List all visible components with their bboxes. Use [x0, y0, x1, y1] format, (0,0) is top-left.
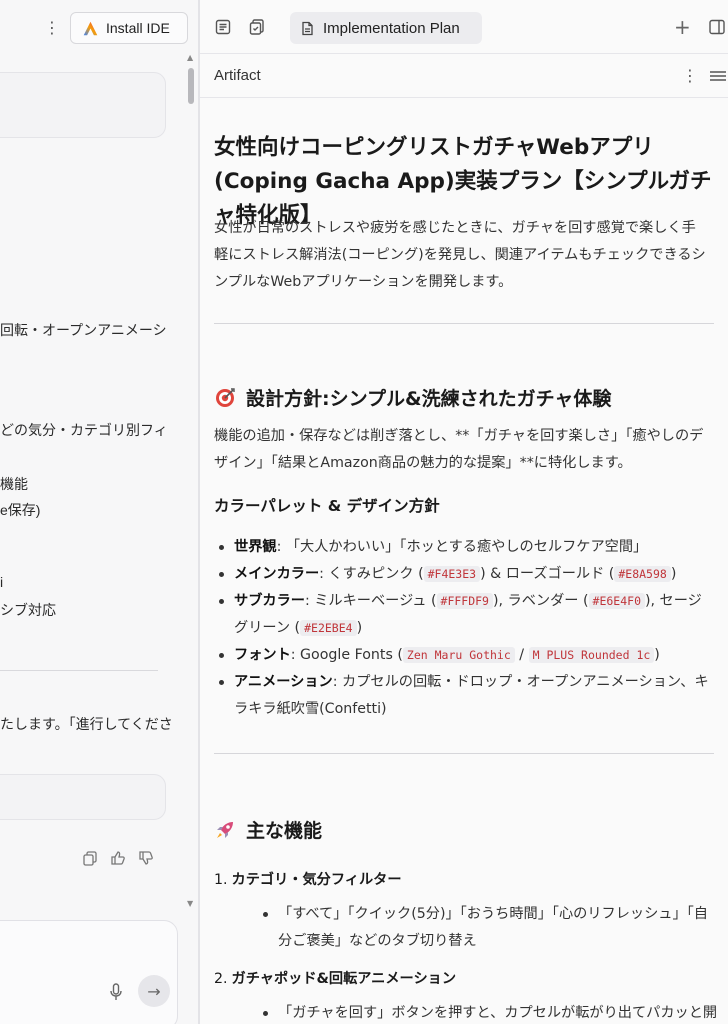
- item-number: 1.: [214, 872, 228, 888]
- copy-icon[interactable]: [82, 850, 98, 866]
- scroll-down-icon[interactable]: ▼: [187, 900, 195, 908]
- chat-text-fragment: 機能: [0, 476, 28, 492]
- feature-item-title: 1. カテゴリ・気分フィルター: [214, 869, 402, 889]
- list-item: 「ガチャを回す」ボタンを押すと、カプセルが転がり出てパカッと開くア: [258, 1000, 718, 1024]
- palette-list: 世界観: 「大人かわいい」「ホッとする癒やしのセルフケア空間」 メインカラー: …: [214, 534, 714, 723]
- chat-pane: ⋮ Install IDE ▲ ▼ 回転・オープンアニメーシ どの気分・カテゴリ…: [0, 0, 198, 1024]
- document-review-icon[interactable]: [248, 18, 266, 36]
- more-options-icon[interactable]: ⋮: [44, 18, 60, 38]
- chat-text-fragment: シブ対応: [0, 602, 56, 618]
- artifact-subbar: Artifact ⋮: [200, 54, 728, 98]
- bullet-text: ): [356, 620, 363, 636]
- list-item: フォント: Google Fonts (Zen Maru Gothic / M …: [214, 642, 714, 669]
- more-options-icon[interactable]: ⋮: [682, 66, 698, 85]
- bullet-text: : ミルキーベージュ (: [304, 593, 437, 609]
- bullet-text: ): [654, 647, 660, 663]
- bullet-label: アニメーション: [234, 674, 333, 690]
- section-heading-design: 設計方針:シンプル&洗練されたガチャ体験: [214, 384, 611, 411]
- ide-logo-icon: [83, 21, 98, 35]
- bullet-label: メインカラー: [234, 566, 320, 582]
- color-code: #FFFDF9: [436, 593, 493, 609]
- bullet-text: /: [514, 647, 529, 663]
- bullet-label: フォント: [234, 647, 291, 663]
- document-icon: [302, 21, 313, 35]
- item-title: カテゴリ・気分フィルター: [231, 872, 402, 888]
- list-item: メインカラー: くすみピンク (#F4E3E3) & ローズゴールド (#E8A…: [214, 561, 714, 588]
- chat-divider: [0, 670, 158, 671]
- design-paragraph: 機能の追加・保存などは削ぎ落とし、**「ガチャを回す楽しさ」「癒やしのデザイン」…: [214, 428, 704, 471]
- tab-implementation-plan[interactable]: Implementation Plan: [290, 12, 482, 44]
- chat-composer[interactable]: [0, 920, 178, 1024]
- feature-item-title: 2. ガチャポッド&回転アニメーション: [214, 968, 456, 988]
- list-item: 世界観: 「大人かわいい」「ホッとする癒やしのセルフケア空間」: [214, 534, 714, 561]
- item-number: 2.: [214, 971, 228, 987]
- chat-text-fragment: e保存): [0, 502, 41, 518]
- section-heading-features: 主な機能: [214, 816, 322, 843]
- section-divider: [214, 323, 714, 324]
- section-heading-text: 主な機能: [246, 820, 323, 842]
- feature-sublist: 「すべて」「クイック(5分)」「おうち時間」「心のリフレッシュ」「自分ご褒美」な…: [258, 901, 718, 955]
- user-message-bubble: [0, 72, 166, 138]
- thumbs-down-icon[interactable]: [138, 850, 154, 866]
- list-item: サブカラー: ミルキーベージュ (#FFFDF9), ラベンダー (#E6E4F…: [214, 588, 714, 642]
- chat-text-fragment: 回転・オープンアニメーシ: [0, 322, 167, 338]
- intro-paragraph: 女性が日常のストレスや疲労を感じたときに、ガチャを回す感覚で楽しく手軽にストレス…: [214, 220, 706, 290]
- chat-text-fragment: たします。「進行してくださ: [0, 716, 173, 732]
- rocket-icon: [217, 821, 233, 838]
- toggle-panel-icon[interactable]: [708, 18, 726, 36]
- document-list-icon[interactable]: [214, 18, 232, 36]
- bullet-text: : くすみピンク (: [319, 566, 424, 582]
- bullet-text: ): [670, 566, 677, 582]
- artifact-pane: Implementation Plan + Artifact ⋮ 女性向けコーピ…: [200, 0, 728, 1024]
- bullet-text: ) & ローズゴールド (: [480, 566, 615, 582]
- color-code: #E6E4F0: [588, 593, 645, 609]
- section-divider: [214, 753, 714, 754]
- artifact-tabbar: Implementation Plan +: [200, 0, 728, 54]
- new-tab-icon[interactable]: +: [674, 15, 691, 39]
- list-item: アニメーション: カプセルの回転・ドロップ・オープンアニメーション、キラキラ紙吹…: [214, 669, 714, 723]
- send-button[interactable]: →: [138, 975, 170, 1007]
- palette-heading: カラーパレット & デザイン方針: [214, 497, 440, 515]
- chat-header: ⋮ Install IDE: [0, 0, 198, 54]
- bullet-text: : 「大人かわいい」「ホッとする癒やしのセルフケア空間」: [276, 539, 648, 555]
- bullet-text: : Google Fonts (: [290, 647, 403, 663]
- bullet-label: サブカラー: [234, 593, 305, 609]
- microphone-icon[interactable]: [108, 983, 124, 1001]
- chat-text-fragment: i: [0, 574, 4, 590]
- bullet-label: 世界観: [234, 539, 277, 555]
- target-icon: [216, 387, 235, 407]
- install-ide-label: Install IDE: [106, 20, 170, 36]
- user-message-bubble: [0, 774, 166, 820]
- bullet-text: ), ラベンダー (: [492, 593, 589, 609]
- install-ide-button[interactable]: Install IDE: [70, 12, 188, 44]
- font-code: Zen Maru Gothic: [402, 647, 515, 663]
- artifact-label: Artifact: [214, 67, 261, 84]
- color-code: #E2EBE4: [300, 620, 357, 636]
- color-code: #F4E3E3: [423, 566, 481, 582]
- list-item: 「すべて」「クイック(5分)」「おうち時間」「心のリフレッシュ」「自分ご褒美」な…: [258, 901, 718, 955]
- section-heading-text: 設計方針:シンプル&洗練されたガチャ体験: [246, 388, 612, 410]
- scroll-up-icon[interactable]: ▲: [187, 54, 195, 62]
- chat-scrollbar[interactable]: ▲ ▼: [186, 54, 196, 914]
- scroll-thumb[interactable]: [188, 68, 194, 104]
- tab-label: Implementation Plan: [323, 19, 460, 37]
- chat-text-fragment: どの気分・カテゴリ別フィ: [0, 422, 168, 438]
- font-code: M PLUS Rounded 1c: [528, 647, 655, 663]
- outline-icon[interactable]: [708, 68, 728, 84]
- item-title: ガチャポッド&回転アニメーション: [231, 971, 457, 987]
- message-actions: [82, 850, 154, 866]
- feature-sublist: 「ガチャを回す」ボタンを押すと、カプセルが転がり出てパカッと開くア: [258, 1000, 718, 1024]
- color-code: #E8A598: [614, 566, 671, 582]
- thumbs-up-icon[interactable]: [110, 850, 126, 866]
